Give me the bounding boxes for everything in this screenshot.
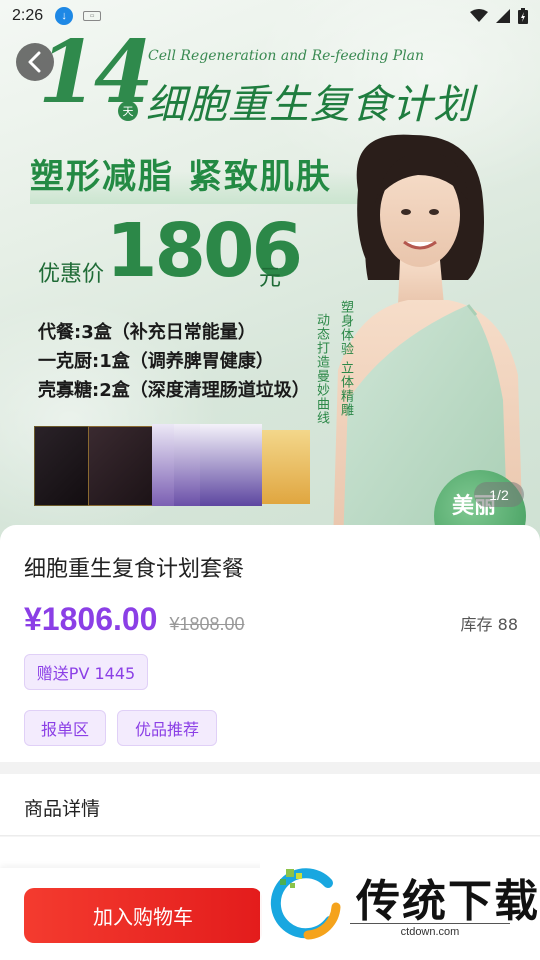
banner-page-indicator: 1/2 [474,482,524,507]
product-banner[interactable]: 2:26 ↓ ▭ 14 天 Cell Regeneration and Re-f… [0,0,540,545]
slogan-text: 塑形减脂 紧致肌肤 [30,157,332,197]
detail-section-title: 商品详情 [24,798,101,820]
banner-price-unit: 元 [259,266,282,291]
product-detail-page: 2:26 ↓ ▭ 14 天 Cell Regeneration and Re-f… [0,0,540,960]
product-title: 细胞重生复食计划套餐 [24,557,245,582]
vertical-slogan: 动态打造曼妙曲线 [314,313,329,425]
combo-line: 代餐:3盒（补充日常能量） [38,322,256,343]
battery-icon [518,8,528,24]
category-tag[interactable]: 报单区 [24,710,106,746]
app-notification-icon: ▭ [83,11,102,21]
wifi-icon [470,9,488,22]
product-box [174,424,202,506]
product-boxes [34,420,324,510]
gift-pv-tag: 赠送PV 1445 [24,654,148,690]
banner-price-label: 优惠价 [38,262,105,287]
plan-english-title: Cell Regeneration and Re-feeding Plan [148,48,425,64]
section-divider [0,762,540,774]
watermark-text: 传统下载 [356,876,540,927]
product-box [34,426,90,506]
watermark-url: ctdown.com [350,923,510,938]
signal-icon [496,9,510,23]
original-price: ¥1808.00 [169,614,245,634]
current-price: ¥1806.00 [24,601,158,637]
slogan-strip: 塑形减脂 紧致肌肤 [30,150,365,204]
status-icons [470,8,528,24]
combo-line: 壳寡糖:2盒（深度清理肠道垃圾） [38,380,310,401]
product-info-card: 细胞重生复食计划套餐 ¥1806.00 ¥1808.00 库存 88 赠送PV … [0,525,540,762]
site-watermark: 传统下载 ctdown.com [260,855,540,960]
product-box [262,430,310,504]
vertical-slogan: 塑身体验 立体精雕 [338,300,353,418]
price-row: ¥1806.00 ¥1808.00 [24,601,245,638]
plan-chinese-title: 细胞重生复食计划 [146,82,474,128]
add-to-cart-button[interactable]: 加入购物车 [24,888,262,943]
day-badge: 天 [118,101,138,121]
product-box [88,426,156,506]
product-box [200,424,262,506]
watermark-logo-icon [270,868,341,940]
stock-count: 库存 88 [460,615,518,634]
combo-line: 一克厨:1盒（调养脾胃健康） [38,351,274,372]
category-tag[interactable]: 优品推荐 [117,710,217,746]
detail-section-header: 商品详情 [0,774,540,836]
